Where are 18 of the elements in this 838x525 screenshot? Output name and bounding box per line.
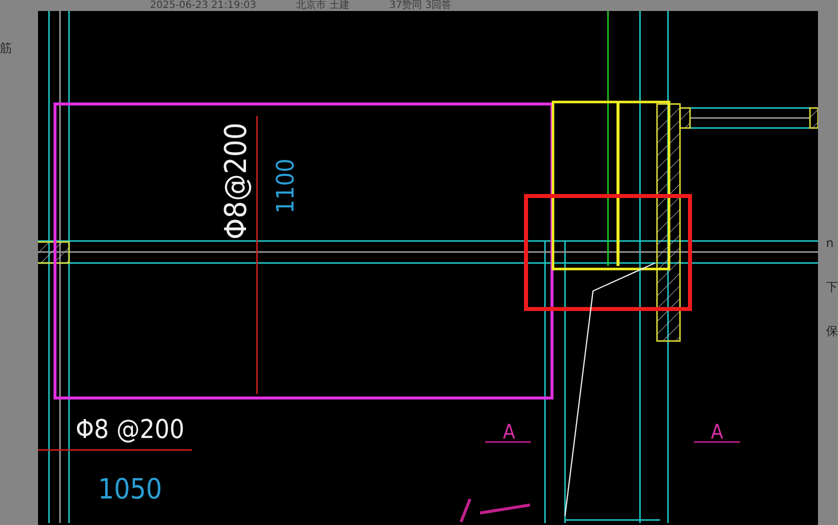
section-mark-line [694,441,740,443]
rebar-line [460,498,472,523]
rebar-label: Φ8@200 [219,122,254,240]
dimension-label: 1100 [272,158,300,214]
hatched-wall [809,107,818,129]
hatched-wall [38,241,70,264]
section-label: A [502,419,516,444]
rebar-label: Φ8 @200 [76,415,184,446]
section-mark-line [485,441,531,443]
rebar-line [480,504,530,514]
edge-text: 保 [826,324,838,338]
edge-text: n [826,236,835,250]
dimension-label: 1050 [98,472,162,506]
edge-text: 筋 [0,41,13,55]
header-text: 2025-06-23 21:19:03 [150,0,256,11]
edge-text: 下 [826,280,838,294]
section-label: A [710,419,724,444]
header-text: 37赞同 3回答 [389,0,452,11]
